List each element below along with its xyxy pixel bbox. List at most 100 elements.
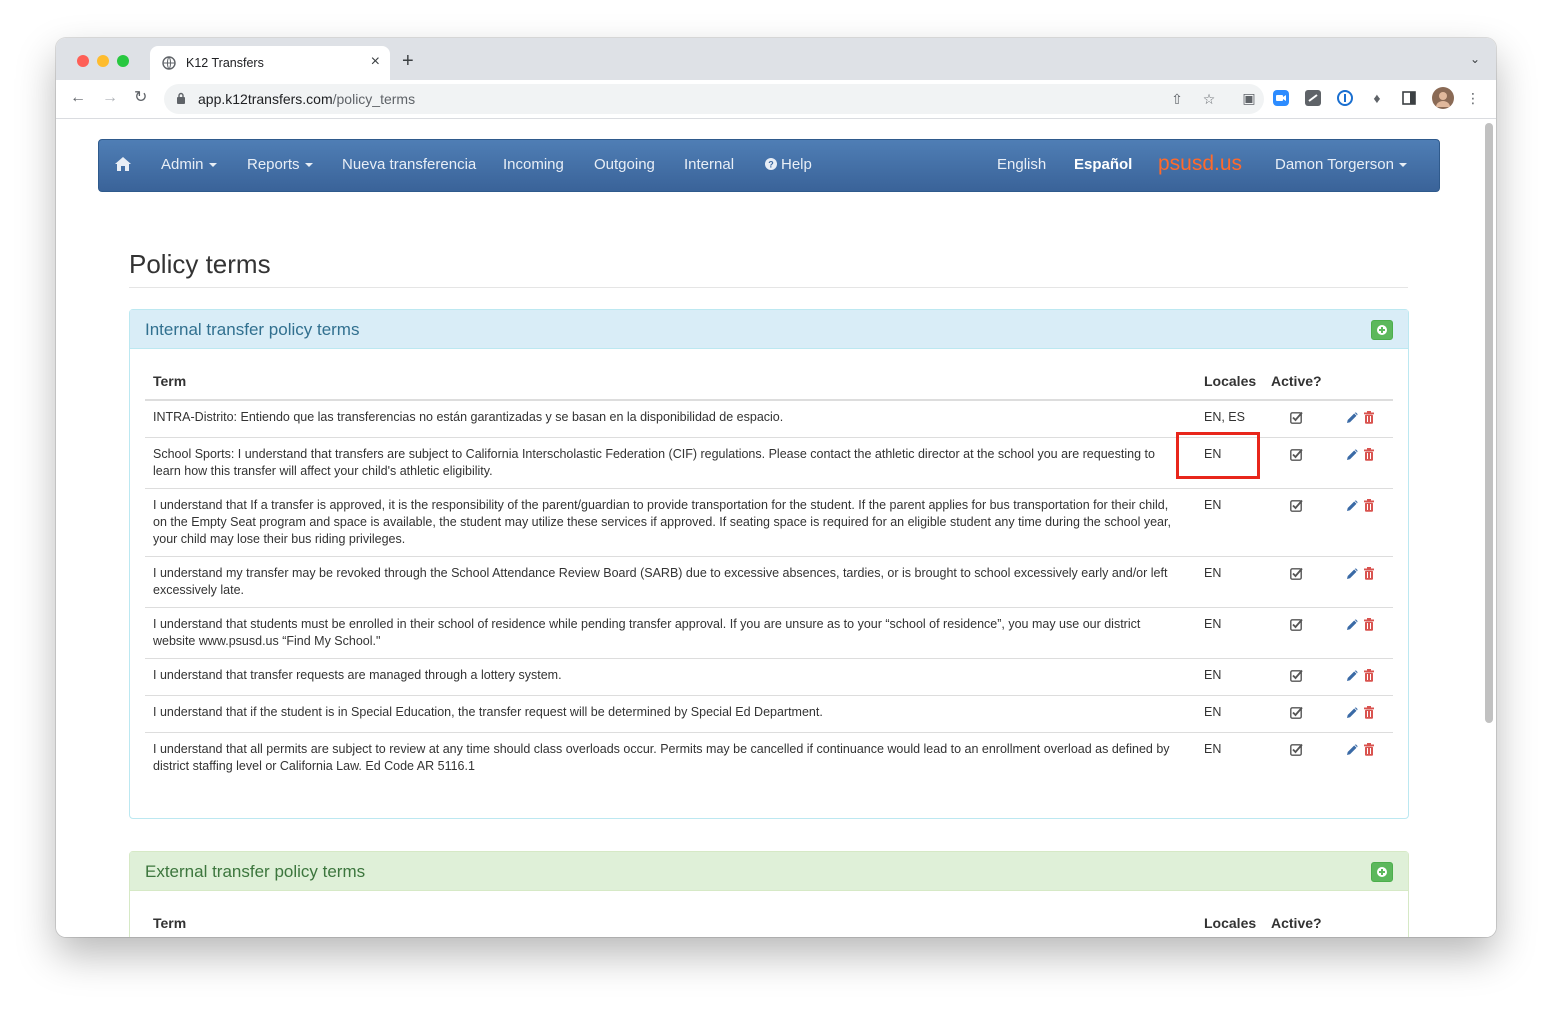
add-external-term-button[interactable]: [1371, 862, 1393, 882]
term-text: INTRA-Distrito: Entiendo que las transfe…: [153, 410, 784, 424]
col-active-header: Active?: [1271, 373, 1322, 389]
profile-avatar[interactable]: [1432, 87, 1454, 109]
password-manager-icon[interactable]: [1336, 89, 1354, 107]
check-square-icon: [1290, 743, 1303, 756]
video-extension-icon[interactable]: [1272, 89, 1290, 107]
term-text: I understand that students must be enrol…: [153, 617, 1141, 648]
internal-panel-title: Internal transfer policy terms: [145, 320, 360, 339]
pencil-edit-icon[interactable]: [1346, 412, 1358, 424]
app-navbar: Admin Reports Nueva transferencia Incomi…: [98, 139, 1440, 192]
col-active-header: Active?: [1271, 915, 1322, 931]
page-scrollbar[interactable]: [1482, 119, 1496, 937]
table-row: I understand that transfer requests are …: [145, 658, 1393, 696]
plus-circle-icon: [1377, 867, 1387, 877]
extension-icon[interactable]: [1304, 89, 1322, 107]
chevron-down-icon[interactable]: ⌄: [1470, 52, 1480, 66]
share-icon[interactable]: ⇧: [1168, 90, 1186, 108]
nav-admin-label: Admin: [161, 156, 204, 173]
trash-delete-icon[interactable]: [1363, 743, 1375, 756]
external-terms-panel: External transfer policy terms Term Loca…: [129, 851, 1409, 937]
term-text: I understand my transfer may be revoked …: [153, 566, 1168, 597]
home-icon[interactable]: [115, 157, 131, 171]
lock-icon: [177, 92, 185, 104]
col-term-header: Term: [153, 915, 187, 931]
scrollbar-thumb[interactable]: [1485, 123, 1493, 723]
browser-toolbar: ← → ↻ app.k12transfers.com/policy_terms …: [56, 80, 1496, 119]
svg-text:?: ?: [768, 160, 774, 170]
nav-internal[interactable]: Internal: [684, 156, 734, 174]
trash-delete-icon[interactable]: [1363, 669, 1375, 682]
url-text: app.k12transfers.com/policy_terms: [198, 91, 415, 107]
maximize-window-button[interactable]: [117, 55, 129, 67]
trash-delete-icon[interactable]: [1363, 448, 1375, 461]
close-tab-icon[interactable]: ×: [371, 53, 380, 71]
caret-down-icon: [208, 163, 217, 168]
locales-value: EN: [1204, 566, 1222, 580]
internal-terms-panel: Internal transfer policy terms Term Loca…: [129, 309, 1409, 819]
lang-english-link[interactable]: English: [997, 156, 1046, 174]
table-row: I understand that If a transfer is appro…: [145, 488, 1393, 557]
browser-tab[interactable]: K12 Transfers ×: [150, 46, 390, 80]
pencil-edit-icon[interactable]: [1346, 500, 1358, 512]
reload-icon[interactable]: ↻: [134, 88, 147, 108]
table-row: I understand my transfer may be revoked …: [145, 556, 1393, 608]
nav-incoming[interactable]: Incoming: [503, 156, 564, 174]
url-host: app.k12transfers.com: [198, 91, 333, 107]
locales-value: EN: [1204, 668, 1222, 682]
nav-admin[interactable]: Admin: [161, 156, 217, 174]
pencil-edit-icon[interactable]: [1346, 744, 1358, 756]
bookmark-star-icon[interactable]: ☆: [1200, 90, 1218, 108]
locales-value: EN: [1204, 705, 1222, 719]
page-viewport: Admin Reports Nueva transferencia Incomi…: [56, 119, 1496, 937]
nav-help-label: Help: [781, 156, 812, 173]
user-menu[interactable]: Damon Torgerson: [1275, 156, 1407, 174]
add-internal-term-button[interactable]: [1371, 320, 1393, 340]
nav-reports-label: Reports: [247, 156, 300, 173]
minimize-window-button[interactable]: [97, 55, 109, 67]
nav-outgoing[interactable]: Outgoing: [594, 156, 655, 174]
check-square-icon: [1290, 499, 1303, 512]
term-text: I understand that all permits are subjec…: [153, 742, 1170, 773]
lang-espanol-link[interactable]: Español: [1074, 156, 1132, 174]
close-window-button[interactable]: [77, 55, 89, 67]
caret-down-icon: [304, 163, 313, 168]
nav-reports[interactable]: Reports: [247, 156, 313, 174]
pencil-edit-icon[interactable]: [1346, 670, 1358, 682]
url-path: /policy_terms: [332, 91, 416, 107]
pencil-edit-icon[interactable]: [1346, 619, 1358, 631]
tab-strip: K12 Transfers × + ⌄: [56, 38, 1496, 80]
col-term-header: Term: [153, 373, 187, 389]
trash-delete-icon[interactable]: [1363, 618, 1375, 631]
locales-value: EN: [1204, 498, 1222, 512]
check-square-icon: [1290, 567, 1303, 580]
trash-delete-icon[interactable]: [1363, 411, 1375, 424]
screenshot-icon[interactable]: ▣: [1240, 89, 1258, 107]
col-locales-header: Locales: [1204, 373, 1257, 389]
side-panel-icon[interactable]: [1400, 89, 1418, 107]
external-panel-title: External transfer policy terms: [145, 862, 366, 881]
term-text: I understand that If a transfer is appro…: [153, 498, 1171, 546]
locales-value: EN: [1204, 742, 1222, 756]
nav-help[interactable]: ? Help: [765, 156, 812, 174]
check-square-icon: [1290, 411, 1303, 424]
title-divider: [129, 287, 1408, 288]
trash-delete-icon[interactable]: [1363, 706, 1375, 719]
puzzle-icon[interactable]: ♦: [1368, 89, 1386, 107]
district-brand-link[interactable]: psusd.us: [1158, 152, 1242, 176]
browser-window: K12 Transfers × + ⌄ ← → ↻ app.k12transfe…: [56, 38, 1496, 937]
internal-panel-header: Internal transfer policy terms: [130, 310, 1408, 349]
locales-highlight-box: [1176, 432, 1260, 479]
trash-delete-icon[interactable]: [1363, 567, 1375, 580]
nav-nueva-transferencia[interactable]: Nueva transferencia: [342, 156, 476, 174]
term-text: I understand that if the student is in S…: [153, 705, 823, 719]
new-tab-icon[interactable]: +: [402, 51, 414, 71]
more-menu-icon[interactable]: ⋮: [1464, 89, 1482, 107]
table-row: I understand that all permits are subjec…: [145, 732, 1393, 783]
address-bar[interactable]: app.k12transfers.com/policy_terms ⇧ ☆: [164, 84, 1264, 114]
pencil-edit-icon[interactable]: [1346, 707, 1358, 719]
pencil-edit-icon[interactable]: [1346, 449, 1358, 461]
trash-delete-icon[interactable]: [1363, 499, 1375, 512]
forward-arrow-icon[interactable]: →: [102, 88, 118, 108]
pencil-edit-icon[interactable]: [1346, 568, 1358, 580]
back-arrow-icon[interactable]: ←: [70, 88, 86, 108]
